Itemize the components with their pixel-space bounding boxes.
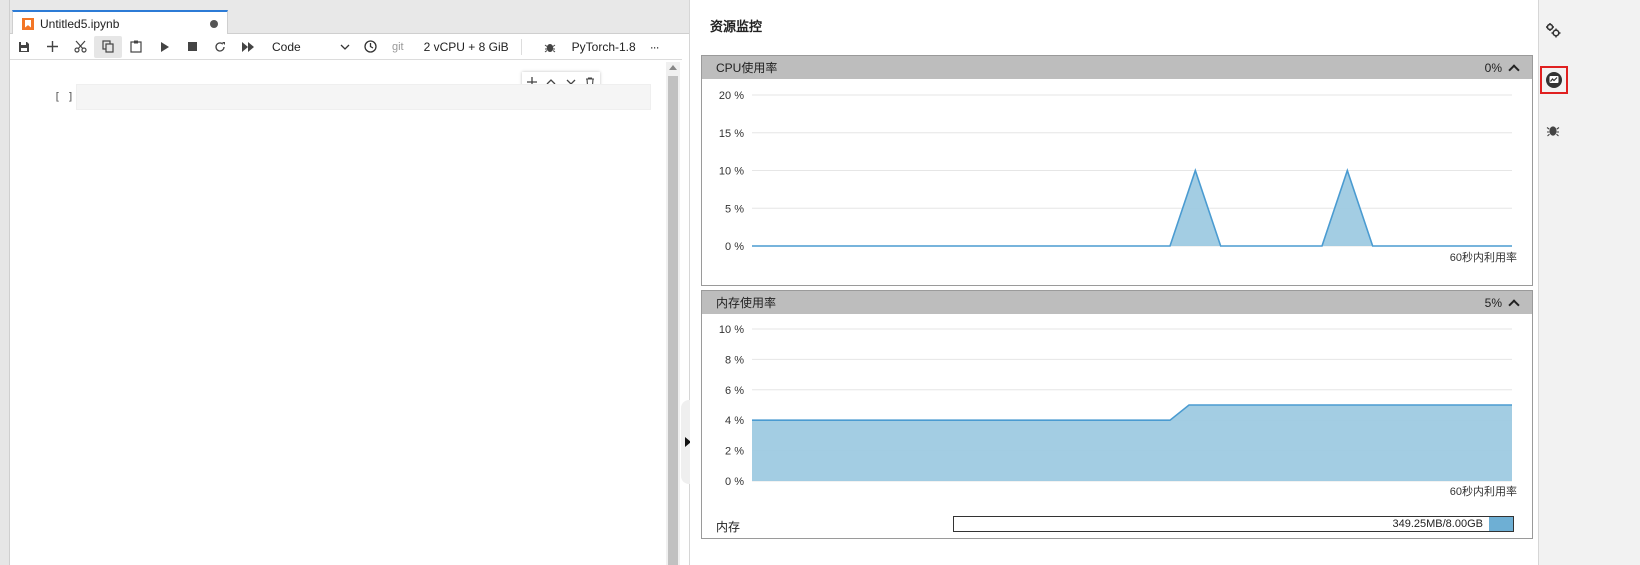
- cpu-section: CPU使用率 0% 0 % 5 % 10 % 15 % 20 % 60秒内利用率: [701, 55, 1533, 286]
- y-tick-label: 6 %: [725, 385, 744, 397]
- monitor-gauge-icon: [1546, 72, 1562, 88]
- y-tick-label: 0 %: [725, 476, 744, 488]
- x-axis-label: 60秒内利用率: [1450, 484, 1517, 498]
- refresh-icon: [215, 41, 225, 52]
- bug-icon: [544, 43, 555, 52]
- paste-button[interactable]: [122, 36, 150, 58]
- memory-section-label: 内存使用率: [716, 296, 777, 310]
- memory-row-label: 内存: [716, 520, 741, 534]
- chevron-up-icon[interactable]: [1508, 63, 1520, 76]
- chevron-down-icon: [340, 44, 350, 50]
- resource-monitor-button[interactable]: [1540, 66, 1568, 94]
- notebook-scrollbar[interactable]: [666, 62, 680, 565]
- y-tick-label: 4 %: [725, 415, 744, 427]
- memory-section-header[interactable]: 内存使用率 5%: [702, 291, 1532, 314]
- y-tick-label: 0 %: [725, 241, 744, 253]
- interrupt-button[interactable]: [178, 36, 206, 58]
- document-tabbar: Untitled5.ipynb: [10, 0, 690, 35]
- cell-type-value: Code: [272, 39, 301, 54]
- clock-icon: [363, 40, 377, 53]
- memory-chart: 0 % 2 % 4 % 6 % 8 % 10 % 60秒内利用率: [719, 324, 1517, 498]
- save-button[interactable]: [10, 36, 38, 58]
- insert-cell-button[interactable]: [38, 36, 66, 58]
- x-axis-label: 60秒内利用率: [1450, 250, 1517, 264]
- left-activity-edge: [0, 0, 10, 565]
- y-tick-label: 15 %: [719, 128, 744, 140]
- notebook-body: [ ]: [10, 60, 666, 565]
- y-tick-label: 8 %: [725, 354, 744, 366]
- notebook-icon: [22, 17, 34, 30]
- cut-button[interactable]: [66, 36, 94, 58]
- plus-icon: [46, 41, 58, 52]
- y-tick-label: 10 %: [719, 166, 744, 178]
- cpu-chart: 0 % 5 % 10 % 15 % 20 % 60秒内利用率: [719, 90, 1517, 264]
- y-tick-label: 20 %: [719, 90, 744, 102]
- scroll-up-icon[interactable]: [669, 65, 677, 70]
- series-area: [752, 405, 1512, 481]
- memory-section: 内存使用率 5% 0 % 2 % 4 % 6 % 8 % 10 % 60秒内利用率 内存 3…: [701, 290, 1533, 539]
- gears-icon: [1546, 23, 1561, 38]
- debugger-button[interactable]: [1541, 118, 1565, 142]
- scissors-icon: [73, 40, 87, 53]
- memory-usage-row: 内存 349.25MB/8.00GB: [702, 514, 1532, 538]
- chevron-up-icon[interactable]: [1508, 298, 1520, 311]
- play-icon: [160, 41, 169, 52]
- cell-prompt: [ ]: [54, 90, 74, 103]
- save-icon: [19, 41, 29, 52]
- fast-forward-icon: [241, 41, 254, 52]
- y-tick-label: 2 %: [725, 446, 744, 458]
- copy-button[interactable]: [94, 35, 122, 58]
- stop-icon: [187, 42, 197, 51]
- code-cell-editor[interactable]: [76, 84, 651, 110]
- restart-button[interactable]: [206, 36, 234, 58]
- cell-type-select[interactable]: Code: [268, 36, 350, 58]
- clipboard-icon: [130, 40, 142, 53]
- unsaved-dot-icon[interactable]: [210, 20, 218, 28]
- right-sidebar: [1538, 0, 1640, 565]
- run-button[interactable]: [150, 36, 178, 58]
- memory-current-value: 5%: [1484, 295, 1502, 310]
- scrollbar-thumb[interactable]: [668, 76, 678, 565]
- memory-usage-text: 349.25MB/8.00GB: [1392, 518, 1483, 530]
- app-root: Untitled5.ipynb Code git 2 vCPU + 8 GiB …: [0, 0, 1640, 565]
- bug-icon: [1546, 126, 1560, 137]
- resource-monitor-panel: 资源监控 CPU使用率 0% 0 % 5 % 10 % 15 % 20 % 60秒内利用率…: [690, 0, 1538, 565]
- kernel-history-button[interactable]: [356, 36, 384, 58]
- cpu-section-header[interactable]: CPU使用率 0%: [702, 56, 1532, 79]
- git-label[interactable]: git: [392, 41, 404, 53]
- run-all-button[interactable]: [234, 36, 262, 58]
- cpu-section-label: CPU使用率: [716, 61, 778, 75]
- copy-icon: [102, 40, 114, 53]
- tab-untitled5[interactable]: Untitled5.ipynb: [12, 10, 228, 35]
- debug-button[interactable]: [536, 36, 564, 58]
- cpu-current-value: 0%: [1484, 60, 1502, 75]
- more-menu-button[interactable]: ···: [650, 40, 660, 54]
- resource-spec: 2 vCPU + 8 GiB: [423, 39, 509, 54]
- monitor-title: 资源监控: [710, 19, 763, 34]
- notebook-toolbar: Code git 2 vCPU + 8 GiB PyTorch-1.8 ···: [10, 34, 682, 60]
- memory-usage-bar: 349.25MB/8.00GB: [953, 516, 1514, 532]
- y-tick-label: 10 %: [719, 324, 744, 336]
- kernel-name[interactable]: PyTorch-1.8: [572, 40, 636, 54]
- property-inspector-button[interactable]: [1541, 18, 1565, 42]
- memory-usage-fill: [1488, 517, 1513, 531]
- toolbar-divider: [520, 38, 522, 55]
- tab-title: Untitled5.ipynb: [40, 16, 120, 31]
- y-tick-label: 5 %: [725, 203, 744, 215]
